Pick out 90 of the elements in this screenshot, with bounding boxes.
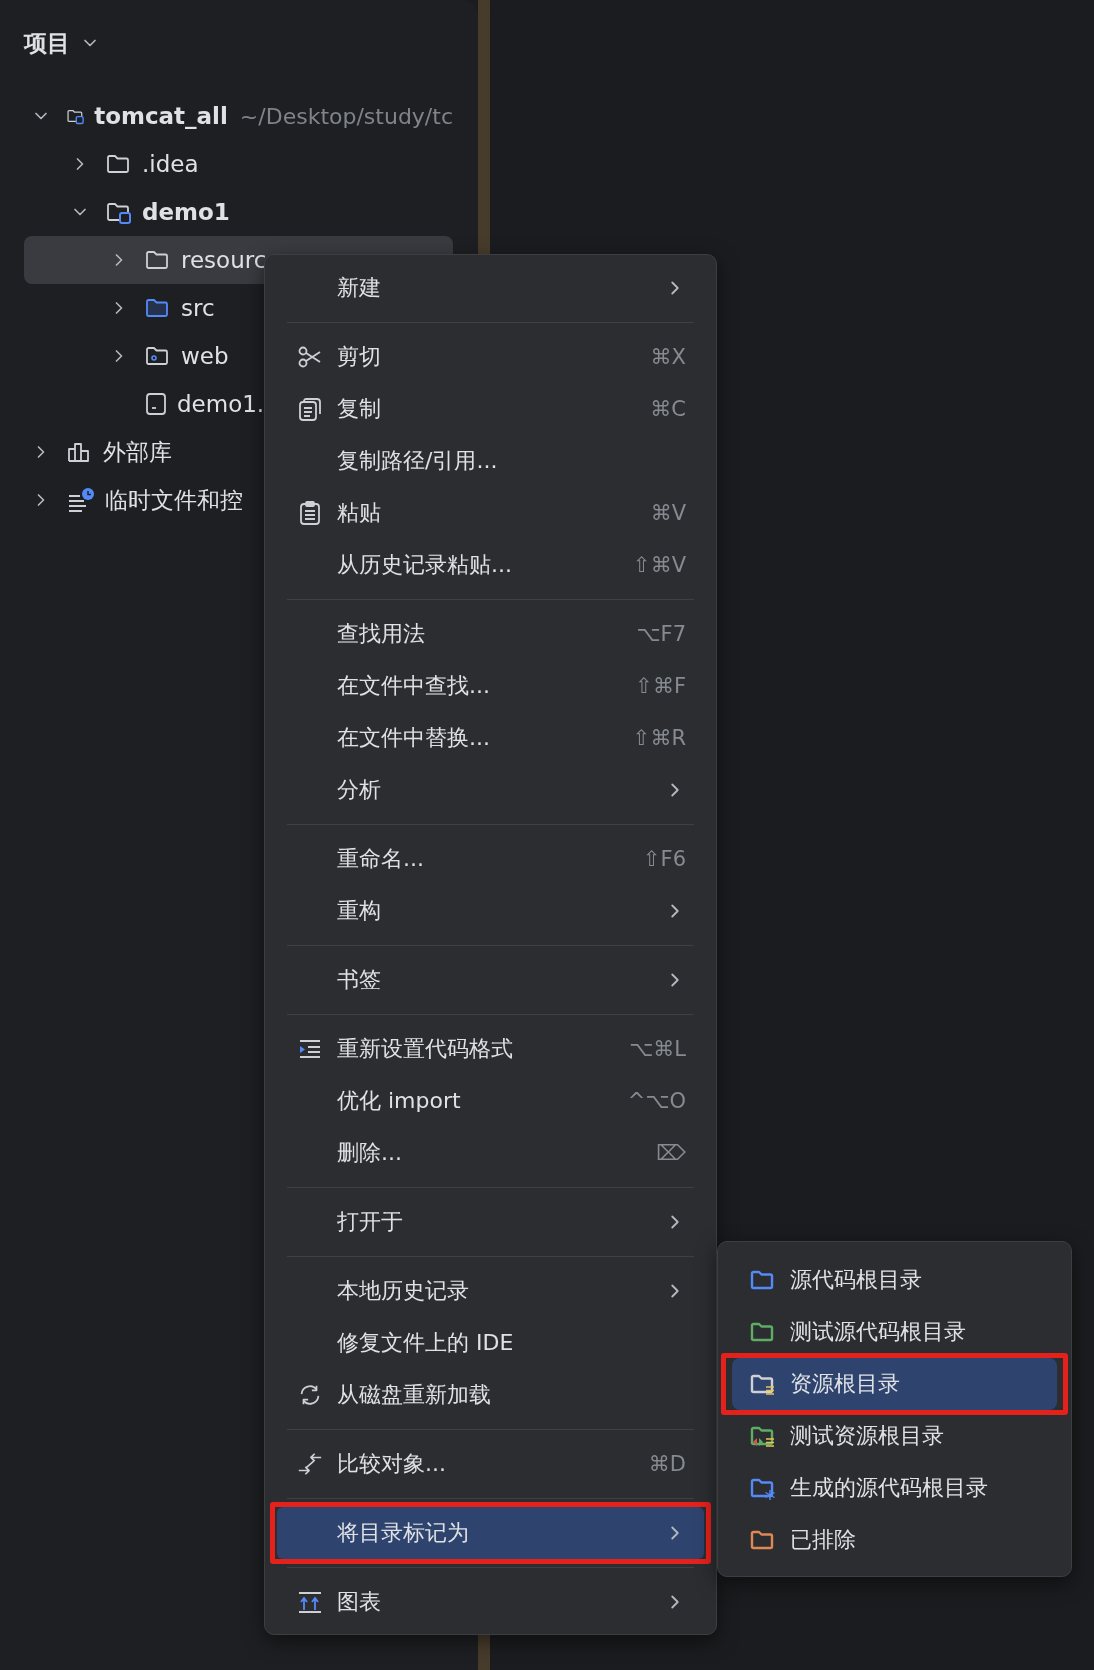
menu-item-label: 粘贴 [337,499,382,527]
indent-icon [297,1037,323,1061]
clipboard-icon [297,500,323,526]
menu-item-label: 测试资源根目录 [790,1422,945,1450]
menu-item-label: 从磁盘重新加载 [337,1381,492,1409]
scissors-icon [297,345,323,369]
menu-item-label: 分析 [337,776,382,804]
tree-row[interactable]: demo1 [24,188,453,236]
tree-item-label: demo1 [142,199,230,225]
menu-item[interactable]: 粘贴 ⌘V [277,487,704,539]
menu-item[interactable]: 在文件中替换... ⇧⌘R [277,712,704,764]
shortcut-text: ⌦ [656,1141,686,1165]
menu-item-label: 重构 [337,897,382,925]
shortcut-text: ⇧⌘V [633,553,686,577]
menu-item[interactable]: 比较对象... ⌘D [277,1438,704,1490]
menu-item[interactable]: 书签 [277,954,704,1006]
menu-item-label: 本地历史记录 [337,1277,470,1305]
tree-item-label: 外部库 [103,437,172,467]
path-text: ~/Desktop/study/tc [239,103,453,129]
shortcut-text: ⌘V [650,501,686,525]
menu-item-label: 书签 [337,966,382,994]
menu-item[interactable]: 已排除 [732,1514,1057,1566]
tree-row[interactable]: .idea [24,140,453,188]
shortcut-text: ⌘C [650,397,686,421]
shortcut-text: ⌘X [650,345,686,369]
copy-icon [297,396,323,422]
menu-item[interactable]: 图表 [277,1576,704,1628]
tree-row[interactable]: tomcat_all ~/Desktop/study/tc [24,92,453,140]
shortcut-text: ⇧F6 [642,847,686,871]
shortcut-text: ⇧⌘R [632,726,686,750]
menu-item-label: 从历史记录粘贴... [337,551,513,579]
panel-title[interactable]: 项目 [24,27,70,59]
tree-item-label: src [181,295,215,321]
menu-item[interactable]: 分析 [277,764,704,816]
menu-item[interactable]: 测试源代码根目录 [732,1306,1057,1358]
menu-item[interactable]: 重构 [277,885,704,937]
menu-item[interactable]: 复制 ⌘C [277,383,704,435]
menu-item[interactable]: 重新设置代码格式 ⌥⌘L [277,1023,704,1075]
menu-item[interactable]: 资源根目录 [732,1358,1057,1410]
tree-item-label: resourc [181,247,267,273]
tree-item-label: .idea [142,151,199,177]
compare-arrows-icon [296,1451,324,1477]
menu-item[interactable]: 修复文件上的 IDE [277,1317,704,1369]
menu-item-label: 复制路径/引用... [337,447,499,475]
menu-item-label: 重新设置代码格式 [337,1035,514,1063]
menu-item[interactable]: 从磁盘重新加载 [277,1369,704,1421]
shortcut-text: ⌥⌘L [629,1037,686,1061]
menu-item-label: 查找用法 [337,620,426,648]
menu-item[interactable]: 在文件中查找... ⇧⌘F [277,660,704,712]
menu-item[interactable]: 删除... ⌦ [277,1127,704,1179]
shortcut-text: ⇧⌘F [635,674,686,698]
tree-item-label: tomcat_all [94,103,228,129]
menu-item[interactable]: 复制路径/引用... [277,435,704,487]
menu-item-label: 生成的源代码根目录 [790,1474,989,1502]
menu-item-label: 已排除 [790,1526,857,1554]
menu-item[interactable]: 源代码根目录 [732,1254,1057,1306]
menu-item-label: 剪切 [337,343,382,371]
menu-item[interactable]: 打开于 [277,1196,704,1248]
menu-item[interactable]: 本地历史记录 [277,1265,704,1317]
menu-item-label: 修复文件上的 IDE [337,1329,515,1357]
menu-item-label: 资源根目录 [790,1370,901,1398]
tree-item-label: web [181,343,229,369]
shortcut-text: ⌥F7 [636,622,686,646]
menu-item-label: 比较对象... [337,1450,447,1478]
menu-item-label: 图表 [337,1588,382,1616]
menu-item-label: 在文件中查找... [337,672,491,700]
menu-item[interactable]: 从历史记录粘贴... ⇧⌘V [277,539,704,591]
tree-item-label: 临时文件和控 [105,485,243,515]
tree-item-label: demo1. [177,391,265,417]
menu-item[interactable]: 重命名... ⇧F6 [277,833,704,885]
menu-item[interactable]: 优化 import ^⌥O [277,1075,704,1127]
menu-item-label: 测试源代码根目录 [790,1318,967,1346]
menu-item-label: 重命名... [337,845,425,873]
shortcut-text: ⌘D [648,1452,686,1476]
diagram-icon [296,1590,324,1614]
menu-item-label: 优化 import [337,1087,462,1115]
menu-item[interactable]: 查找用法 ⌥F7 [277,608,704,660]
menu-item[interactable]: 将目录标记为 [277,1507,704,1559]
menu-item-label: 在文件中替换... [337,724,491,752]
shortcut-text: ^⌥O [627,1089,686,1113]
menu-item[interactable]: 剪切 ⌘X [277,331,704,383]
menu-item[interactable]: 生成的源代码根目录 [732,1462,1057,1514]
menu-item-label: 删除... [337,1139,403,1167]
scratch-list-icon [66,487,96,513]
menu-item-label: 源代码根目录 [790,1266,923,1294]
file-icon [144,391,168,417]
menu-item[interactable]: 测试资源根目录 [732,1410,1057,1462]
menu-item-label: 将目录标记为 [337,1519,470,1547]
menu-item-label: 打开于 [337,1208,404,1236]
menu-item-label: 复制 [337,395,382,423]
